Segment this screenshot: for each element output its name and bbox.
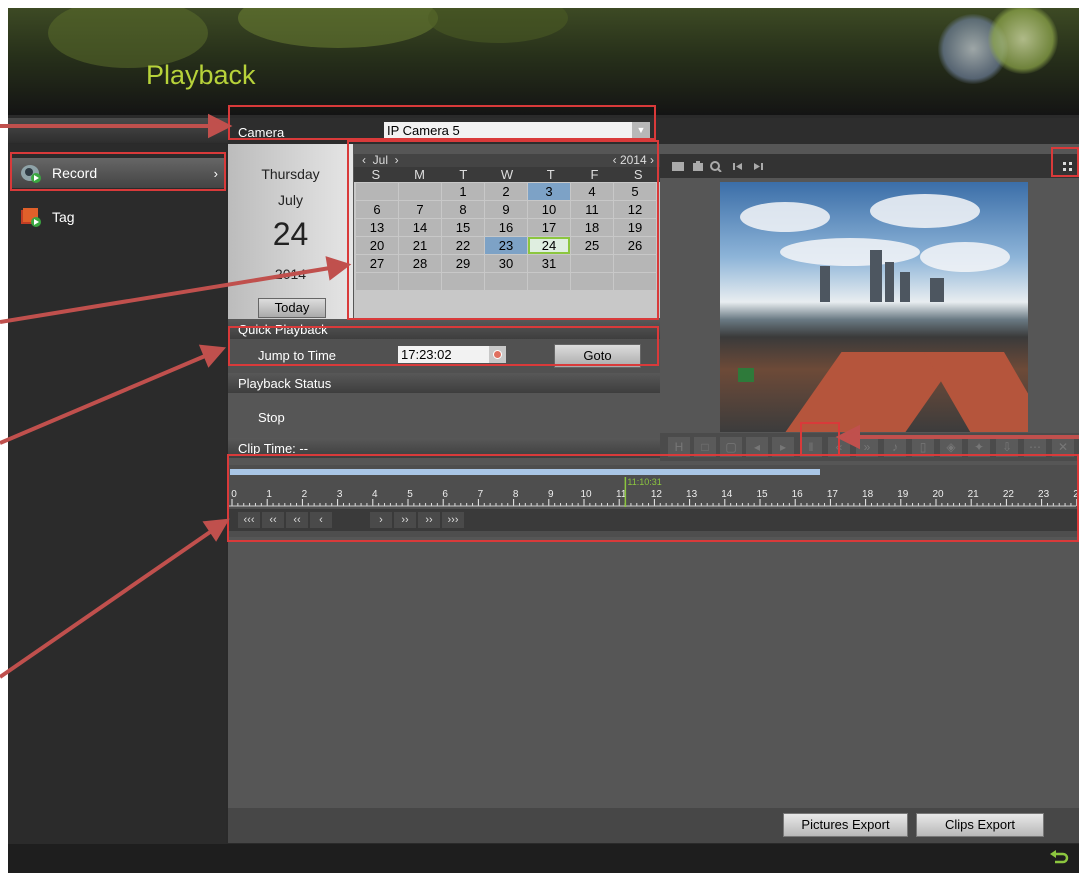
highlight-play — [800, 422, 840, 456]
sidebar-item-label: Tag — [52, 209, 75, 225]
camera-row-extension — [653, 118, 1079, 144]
playback-status-title: Playback Status — [238, 376, 332, 391]
highlight-calendar — [347, 140, 659, 320]
prev-file-icon[interactable] — [732, 160, 744, 171]
video-preview — [720, 182, 1028, 432]
highlight-fullscreen — [1051, 147, 1079, 177]
playback-window: Playback Record › Tag Camera IP Camera 5… — [8, 8, 1079, 873]
day-text: 24 — [272, 216, 309, 252]
highlight-record — [10, 152, 226, 191]
pictures-export-button[interactable]: Pictures Export — [783, 813, 908, 837]
playback-status-header: Playback Status — [228, 373, 660, 393]
bottom-bar: Pictures Export Clips Export — [228, 808, 1079, 843]
snapshot-icon[interactable] — [692, 160, 704, 171]
back-icon[interactable] — [1049, 848, 1071, 866]
next-file-icon[interactable] — [752, 160, 764, 171]
footer-bar — [8, 844, 1079, 873]
playback-status-value: Stop — [258, 410, 285, 425]
highlight-camera — [228, 105, 656, 140]
window-layout-icon[interactable] — [672, 160, 684, 171]
month-text: July — [278, 192, 303, 208]
year-text: 2014 — [274, 266, 307, 282]
sidebar-item-tag[interactable]: Tag — [12, 202, 224, 232]
clips-export-button[interactable]: Clips Export — [916, 813, 1044, 837]
highlight-jump — [228, 326, 659, 366]
highlight-timeline — [227, 454, 1079, 542]
weekday-text: Thursday — [261, 166, 320, 182]
zoom-icon[interactable] — [710, 160, 722, 173]
page-title: Playback — [146, 60, 256, 90]
selected-date-panel: Thursday July 24 2014 Today — [228, 144, 353, 319]
video-toolbar — [660, 154, 1079, 178]
header-banner: Playback — [8, 8, 1079, 115]
today-button[interactable]: Today — [258, 298, 326, 318]
tag-icon — [20, 207, 42, 227]
sidebar: Record › Tag — [8, 144, 226, 844]
